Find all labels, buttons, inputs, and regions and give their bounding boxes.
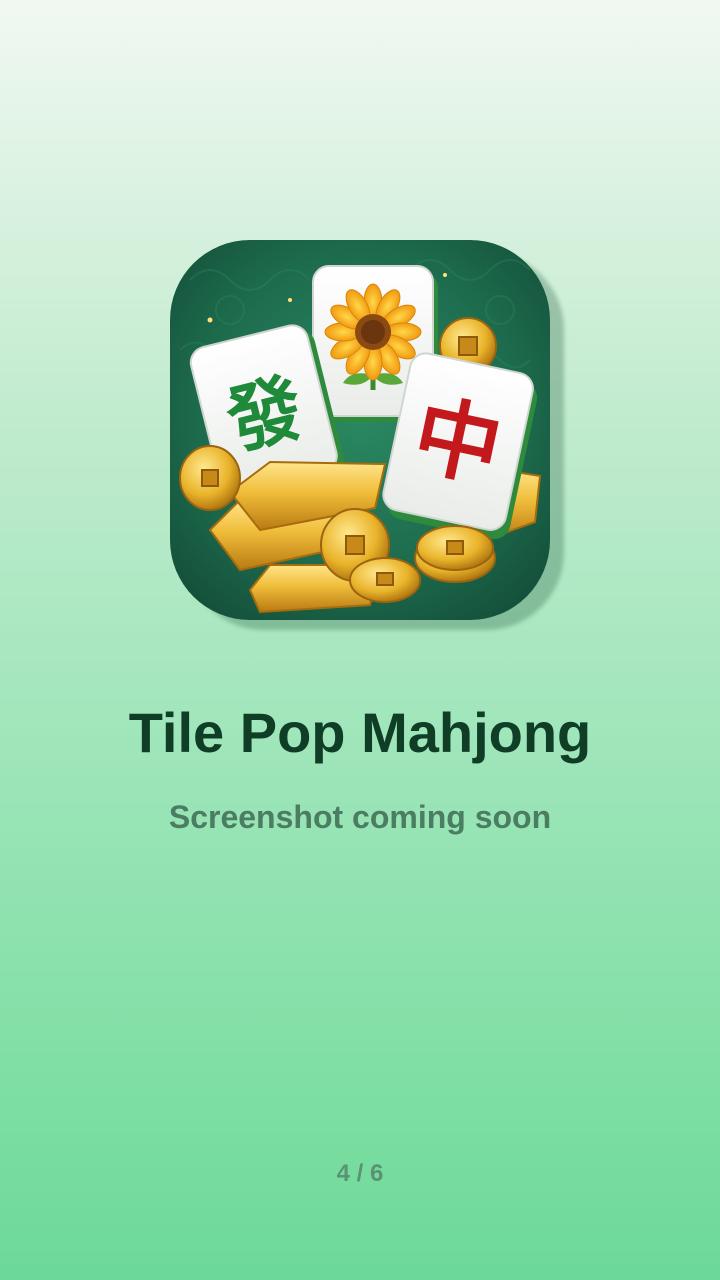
screenshot-placeholder-screen: 發 中 Tile Pop Mahjong Screenshot coming s… [0, 0, 720, 1280]
app-title: Tile Pop Mahjong [128, 701, 592, 764]
screenshot-placeholder-text: Screenshot coming soon [168, 799, 552, 835]
page-indicator: 4 / 6 [336, 1160, 384, 1187]
app-icon: 發 中 [170, 240, 550, 620]
coins-left [179, 445, 241, 511]
